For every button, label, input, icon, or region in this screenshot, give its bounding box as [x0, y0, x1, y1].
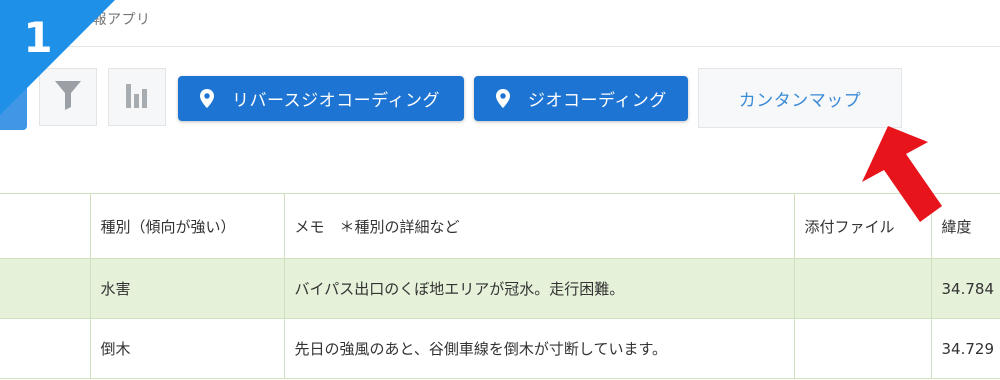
reverse-geocoding-label: リバースジオコーディング	[232, 91, 440, 111]
chart-button[interactable]	[108, 68, 166, 126]
table-row[interactable]: 倒木 先日の強風のあと、谷側車線を倒木が寸断しています。 34.729	[0, 318, 1000, 379]
kantan-map-button[interactable]: カンタンマップ	[698, 68, 902, 128]
step-badge: 1	[0, 0, 115, 115]
cell-latitude: 34.784	[931, 258, 1000, 319]
row-select-cell[interactable]	[0, 258, 91, 319]
header-divider	[0, 46, 1000, 47]
table-row[interactable]: 水害 バイパス出口のくぼ地エリアが冠水。走行困難。 34.784	[0, 258, 1000, 319]
cell-attachment	[794, 318, 932, 379]
cell-type: 水害	[90, 258, 285, 319]
column-header-select	[0, 193, 91, 259]
reverse-geocoding-button[interactable]: リバースジオコーディング	[178, 76, 464, 121]
geocoding-button[interactable]: ジオコーディング	[474, 76, 688, 121]
map-pin-icon	[178, 89, 232, 108]
bar-chart-icon	[123, 80, 151, 114]
cell-type: 倒木	[90, 318, 285, 379]
map-pin-icon	[474, 89, 528, 108]
step-number: 1	[23, 13, 52, 62]
row-select-cell[interactable]	[0, 318, 91, 379]
column-header-type[interactable]: 種別（傾向が強い）	[90, 193, 285, 259]
cell-attachment	[794, 258, 932, 319]
red-arrow-annotation	[862, 126, 942, 222]
table-header-row: 種別（傾向が強い） メモ ＊種別の詳細など 添付ファイル 緯度	[0, 193, 1000, 259]
geocoding-label: ジオコーディング	[528, 91, 667, 111]
column-header-memo[interactable]: メモ ＊種別の詳細など	[284, 193, 795, 259]
cell-memo: 先日の強風のあと、谷側車線を倒木が寸断しています。	[284, 318, 795, 379]
cell-memo: バイパス出口のくぼ地エリアが冠水。走行困難。	[284, 258, 795, 319]
cell-latitude: 34.729	[931, 318, 1000, 379]
records-table: 種別（傾向が強い） メモ ＊種別の詳細など 添付ファイル 緯度 水害 バイパス出…	[0, 193, 1000, 379]
